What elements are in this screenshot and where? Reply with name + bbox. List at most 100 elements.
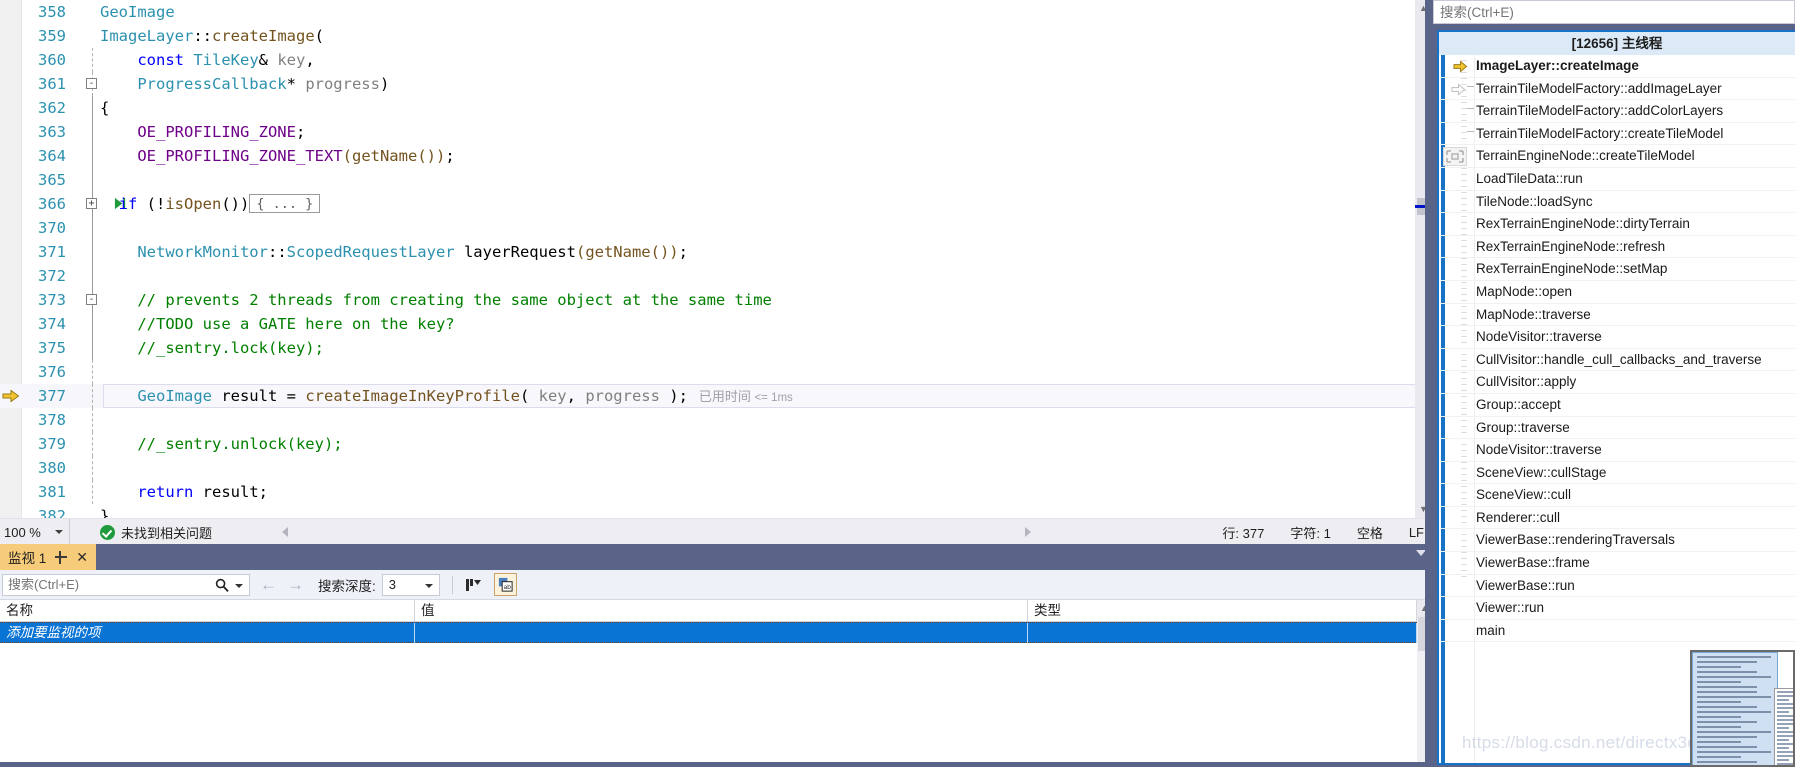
call-stack-frame[interactable]: Renderer::cull — [1439, 507, 1795, 530]
code-line[interactable]: 377 GeoImage result = createImageInKeyPr… — [0, 384, 1432, 408]
code-line[interactable]: 372 — [0, 264, 1432, 288]
column-header-name[interactable]: 名称 — [0, 600, 415, 622]
call-stack-frame[interactable]: RexTerrainEngineNode::setMap — [1439, 258, 1795, 281]
code-line[interactable]: - 361 ProgressCallback* progress) — [0, 72, 1432, 96]
code-line[interactable]: 381 return result; — [0, 480, 1432, 504]
call-stack-frame[interactable]: SceneView::cullStage — [1439, 462, 1795, 485]
call-stack-frame[interactable]: TerrainEngineNode::createTileModel — [1439, 145, 1795, 168]
code-line[interactable]: 382} — [0, 504, 1432, 518]
call-stack-search-input[interactable] — [1440, 3, 1740, 21]
code-text[interactable]: ImageLayer::createImage( — [100, 24, 324, 48]
search-depth-dropdown[interactable]: 3 — [381, 573, 440, 596]
call-stack-frame[interactable]: NodeVisitor::traverse — [1439, 439, 1795, 462]
call-stack-frame[interactable]: CullVisitor::handle_cull_callbacks_and_t… — [1439, 349, 1795, 372]
call-stack-frame[interactable]: Group::accept — [1439, 394, 1795, 417]
call-stack-frames[interactable]: ImageLayer::createImage TerrainTileModelF… — [1439, 55, 1795, 643]
code-line[interactable]: 364 OE_PROFILING_ZONE_TEXT(getName()); — [0, 144, 1432, 168]
code-text[interactable]: //_sentry.unlock(key); — [100, 432, 342, 456]
code-line[interactable]: +366 if (!isOpen()){ ... } — [0, 192, 1432, 216]
code-text[interactable]: //_sentry.lock(key); — [100, 336, 324, 360]
collapse-region-icon[interactable]: - — [86, 78, 97, 89]
code-line[interactable]: 365 — [0, 168, 1432, 192]
code-text[interactable]: // prevents 2 threads from creating the … — [100, 288, 772, 312]
collapse-region-icon[interactable]: - — [86, 294, 97, 305]
call-stack-frame[interactable]: CullVisitor::apply — [1439, 371, 1795, 394]
call-stack-frame[interactable]: ViewerBase::frame — [1439, 552, 1795, 575]
code-text[interactable]: GeoImage result = createImageInKeyProfil… — [100, 384, 792, 410]
code-line[interactable]: 380 — [0, 456, 1432, 480]
pin-icon[interactable] — [55, 550, 68, 564]
watch-cell[interactable]: 添加要监视的项 — [0, 623, 415, 643]
call-stack-frame[interactable]: SceneView::cull — [1439, 484, 1795, 507]
search-options-chevron-icon[interactable] — [235, 583, 243, 588]
code-line[interactable]: 360 const TileKey& key, — [0, 48, 1432, 72]
code-line[interactable]: 379 //_sentry.unlock(key); — [0, 432, 1432, 456]
code-text[interactable]: const TileKey& key, — [100, 48, 314, 72]
code-text[interactable]: OE_PROFILING_ZONE; — [100, 120, 305, 144]
code-text[interactable]: { — [100, 96, 109, 120]
hscroll-left-arrow-icon[interactable] — [282, 527, 288, 537]
code-line[interactable]: 363 OE_PROFILING_ZONE; — [0, 120, 1432, 144]
eol-mode-label[interactable]: LF — [1409, 525, 1424, 540]
collapsed-region-block[interactable]: { ... } — [249, 194, 321, 213]
zoom-level-dropdown[interactable]: 100 % — [0, 519, 70, 545]
watch-search-box[interactable] — [2, 573, 250, 596]
call-stack-frame[interactable]: TerrainTileModelFactory::addImageLayer — [1439, 78, 1795, 101]
call-stack-frame[interactable]: MapNode::open — [1439, 281, 1795, 304]
code-line[interactable]: 358 GeoImage — [0, 0, 1432, 24]
code-line[interactable]: 378 — [0, 408, 1432, 432]
indent-mode-label[interactable]: 空格 — [1357, 523, 1383, 542]
call-stack-frame[interactable]: Viewer::run — [1439, 597, 1795, 620]
code-lines[interactable]: 358 GeoImage 359 ImageLayer::createImage(36… — [0, 0, 1432, 518]
code-text[interactable]: } — [100, 504, 109, 518]
code-line[interactable]: 374 //TODO use a GATE here on the key? — [0, 312, 1432, 336]
call-stack-frame[interactable]: main — [1439, 620, 1795, 643]
code-text[interactable]: if (!isOpen()){ ... } — [100, 192, 321, 216]
filter-pin-button[interactable] — [462, 573, 485, 596]
watch-cell[interactable] — [415, 623, 1028, 643]
close-icon[interactable]: ✕ — [76, 550, 88, 564]
expand-region-icon[interactable]: + — [86, 198, 97, 209]
column-header-type[interactable]: 类型 — [1028, 600, 1417, 622]
code-text[interactable]: ProgressCallback* progress) — [100, 72, 389, 96]
table-row[interactable]: 添加要监视的项 — [0, 622, 1417, 643]
call-stack-frame[interactable]: RexTerrainEngineNode::dirtyTerrain — [1439, 213, 1795, 236]
code-text[interactable]: //TODO use a GATE here on the key? — [100, 312, 454, 336]
code-line[interactable]: 371 NetworkMonitor::ScopedRequestLayer l… — [0, 240, 1432, 264]
watch-search-input[interactable] — [8, 575, 208, 594]
call-stack-frame[interactable]: RexTerrainEngineNode::refresh — [1439, 236, 1795, 259]
watch-grid[interactable]: 名称值类型 添加要监视的项 ▲ — [0, 600, 1432, 767]
call-stack-frame[interactable]: TileNode::loadSync — [1439, 191, 1795, 214]
tab-watch-1[interactable]: 监视 1 ✕ — [0, 544, 96, 570]
hex-display-button[interactable]: ab — [493, 573, 517, 596]
code-text[interactable]: NetworkMonitor::ScopedRequestLayer layer… — [100, 240, 688, 264]
call-stack-frame[interactable]: NodeVisitor::traverse — [1439, 326, 1795, 349]
svg-text:ab: ab — [503, 584, 511, 591]
code-text[interactable]: GeoImage — [100, 0, 175, 24]
call-stack-frame[interactable]: MapNode::traverse — [1439, 304, 1795, 327]
code-line[interactable]: 362 { — [0, 96, 1432, 120]
next-result-icon[interactable]: → — [287, 576, 304, 593]
watch-cell[interactable] — [1028, 623, 1417, 643]
column-header-value[interactable]: 值 — [415, 600, 1028, 622]
code-line[interactable]: 375 //_sentry.lock(key); — [0, 336, 1432, 360]
call-stack-frame[interactable]: TerrainTileModelFactory::addColorLayers — [1439, 100, 1795, 123]
code-text[interactable]: return result; — [100, 480, 268, 504]
pane-splitter[interactable] — [1425, 0, 1432, 767]
code-editor[interactable]: 358 GeoImage 359 ImageLayer::createImage(36… — [0, 0, 1432, 518]
call-stack-frame[interactable]: ImageLayer::createImage — [1439, 55, 1795, 78]
hscroll-right-arrow-icon[interactable] — [1025, 527, 1031, 537]
code-line[interactable]: 370 — [0, 216, 1432, 240]
call-stack-frame[interactable]: LoadTileData::run — [1439, 168, 1795, 191]
previous-result-icon[interactable]: ← — [260, 576, 277, 593]
line-number: 363 — [38, 123, 66, 141]
code-text[interactable]: OE_PROFILING_ZONE_TEXT(getName()); — [100, 144, 454, 168]
call-stack-search-box[interactable] — [1433, 0, 1795, 24]
code-line[interactable]: 376 — [0, 360, 1432, 384]
code-line[interactable]: 359 ImageLayer::createImage( — [0, 24, 1432, 48]
call-stack-frame[interactable]: ViewerBase::renderingTraversals — [1439, 529, 1795, 553]
code-line[interactable]: - 373 // prevents 2 threads from creating… — [0, 288, 1432, 312]
call-stack-frame[interactable]: ViewerBase::run — [1439, 575, 1795, 598]
call-stack-frame[interactable]: Group::traverse — [1439, 417, 1795, 440]
call-stack-frame[interactable]: TerrainTileModelFactory::createTileModel — [1439, 123, 1795, 146]
